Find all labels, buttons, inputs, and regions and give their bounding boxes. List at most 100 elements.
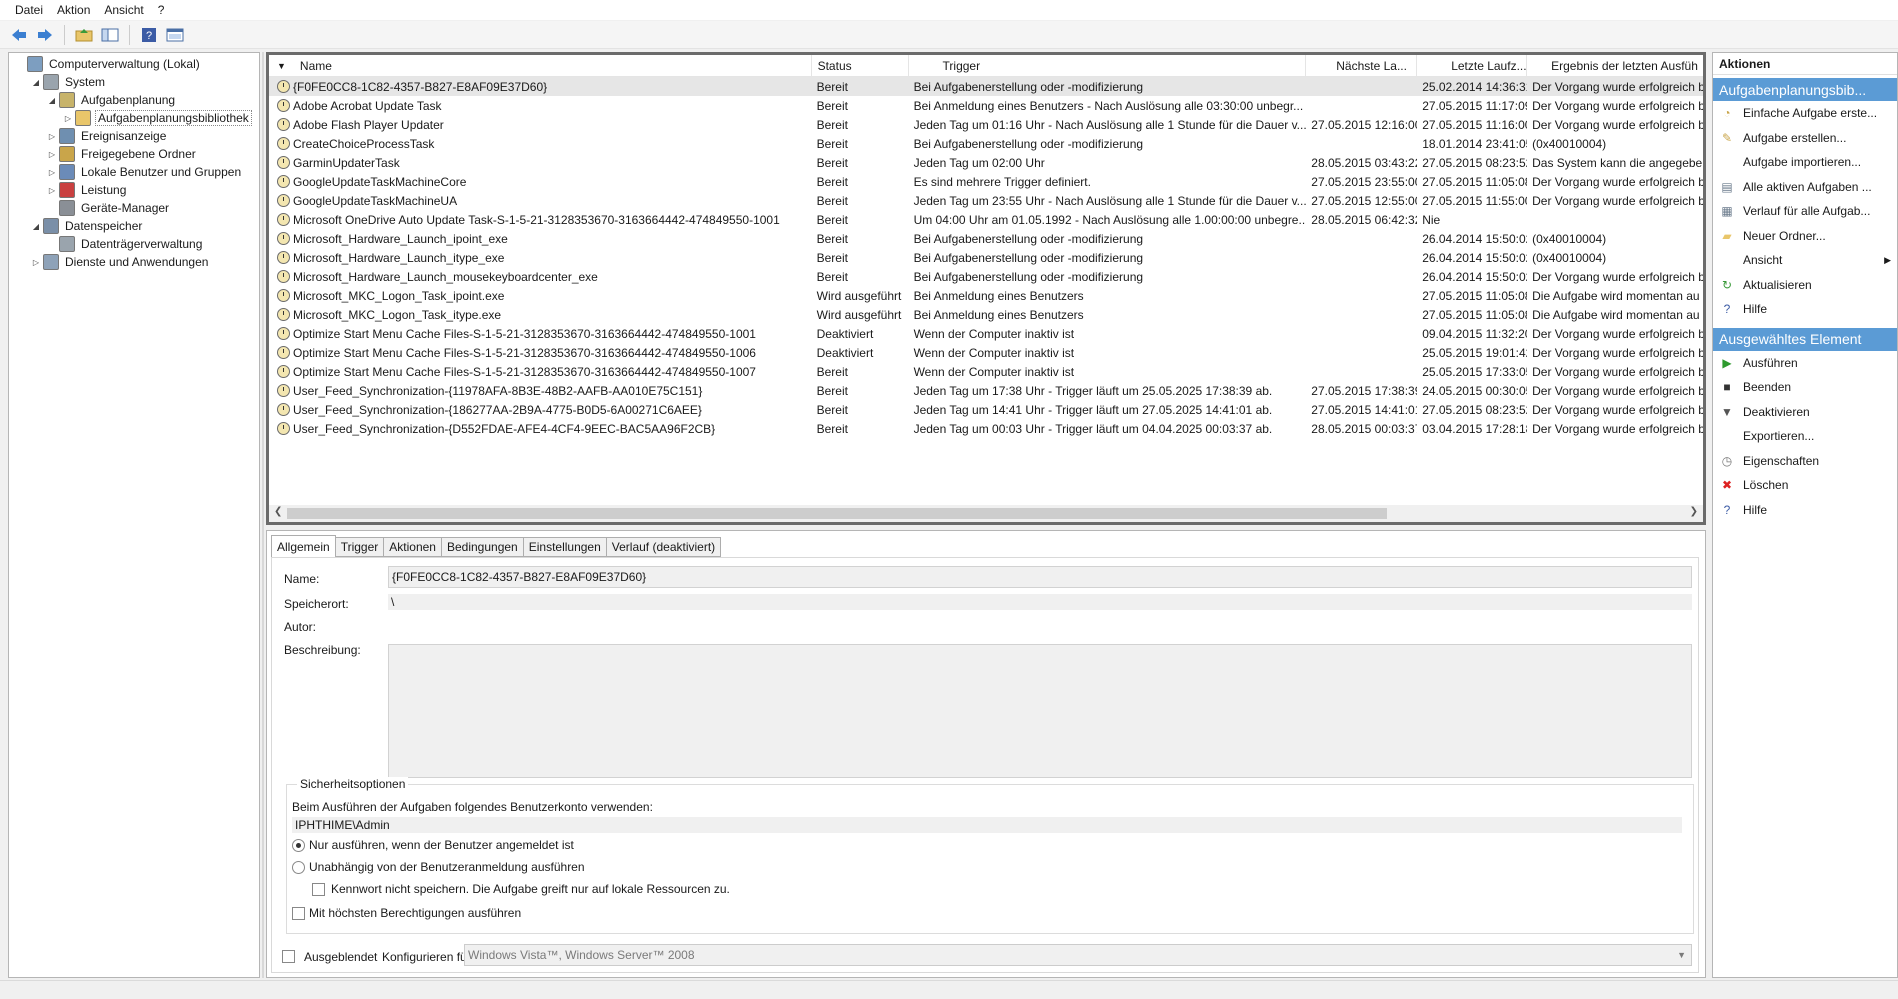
table-row[interactable]: Microsoft OneDrive Auto Update Task-S-1-… — [269, 210, 1703, 229]
collapse-icon[interactable]: ◢ — [29, 219, 43, 233]
run-when-logged-on-label[interactable]: Nur ausführen, wenn der Benutzer angemel… — [309, 838, 574, 852]
location-field[interactable]: \ — [388, 594, 1692, 610]
scroll-left-icon[interactable]: ❮ — [274, 506, 282, 517]
table-row[interactable]: Optimize Start Menu Cache Files-S-1-5-21… — [269, 324, 1703, 343]
menu-item[interactable]: Aktion — [50, 3, 97, 17]
tree-item[interactable]: Geräte-Manager — [9, 199, 259, 217]
run-whether-logged-on-label[interactable]: Unabhängig von der Benutzeranmeldung aus… — [309, 860, 585, 874]
scrollbar-thumb[interactable] — [287, 508, 1387, 519]
column-header-name[interactable]: ▼ Name — [269, 55, 812, 76]
horizontal-scrollbar[interactable]: ❮ ❯ — [269, 505, 1703, 522]
tree-item[interactable]: ◢ Datenspeicher — [9, 217, 259, 235]
menu-item[interactable]: Ansicht — [97, 3, 150, 17]
tree-item[interactable]: ▷ Leistung — [9, 181, 259, 199]
table-row[interactable]: {F0FE0CC8-1C82-4357-B827-E8AF09E37D60} Be… — [269, 77, 1703, 96]
expand-icon[interactable]: ▷ — [29, 255, 43, 269]
no-password-checkbox[interactable] — [312, 883, 325, 896]
table-row[interactable]: Optimize Start Menu Cache Files-S-1-5-21… — [269, 343, 1703, 362]
forward-icon[interactable] — [34, 24, 56, 46]
column-header-last-result[interactable]: Ergebnis der letzten Ausfüh — [1527, 55, 1703, 76]
hidden-label[interactable]: Ausgeblendet — [304, 950, 377, 964]
action-item[interactable]: ▰ Neuer Ordner... — [1713, 224, 1897, 249]
tab-einstellungen[interactable]: Einstellungen — [523, 537, 607, 557]
action-item[interactable]: Aufgabe importieren... — [1713, 150, 1897, 175]
table-row[interactable]: Adobe Acrobat Update Task Bereit Bei Anmel… — [269, 96, 1703, 115]
tab-trigger[interactable]: Trigger — [335, 537, 385, 557]
tab-bedingungen[interactable]: Bedingungen — [441, 537, 524, 557]
tree-item[interactable]: ▷ Aufgabenplanungsbibliothek — [9, 109, 259, 127]
column-header-last-run[interactable]: Letzte Laufz... — [1417, 55, 1528, 76]
action-item[interactable]: ▼ Deaktivieren — [1713, 400, 1897, 425]
table-row[interactable]: Adobe Flash Player Updater Bereit Jeden Ta… — [269, 115, 1703, 134]
action-item[interactable]: ? Hilfe — [1713, 297, 1897, 322]
view-icon[interactable] — [164, 24, 186, 46]
help-icon[interactable]: ? — [138, 24, 160, 46]
description-field[interactable] — [388, 644, 1692, 778]
table-row[interactable]: GoogleUpdateTaskMachineCore Bereit Es sind… — [269, 172, 1703, 191]
tree-item[interactable]: Datenträgerverwaltung — [9, 235, 259, 253]
table-row[interactable]: Microsoft_MKC_Logon_Task_itype.exe Wird a… — [269, 305, 1703, 324]
action-item[interactable]: ✎ Aufgabe erstellen... — [1713, 126, 1897, 151]
action-item[interactable]: ▤ Alle aktiven Aufgaben ... — [1713, 175, 1897, 200]
back-icon[interactable] — [8, 24, 30, 46]
action-item[interactable]: Ansicht ▶ — [1713, 248, 1897, 273]
tab-verlauf-deaktiviert[interactable]: Verlauf (deaktiviert) — [606, 537, 722, 557]
hidden-checkbox[interactable] — [282, 950, 295, 963]
tree-item[interactable]: ◢ System — [9, 73, 259, 91]
expand-icon[interactable]: ▷ — [45, 147, 59, 161]
tree-item[interactable]: ▷ Lokale Benutzer und Gruppen — [9, 163, 259, 181]
action-item[interactable]: Exportieren... — [1713, 424, 1897, 449]
configure-for-select[interactable]: Windows Vista™, Windows Server™ 2008 ▼ — [464, 944, 1692, 966]
scroll-right-icon[interactable]: ❯ — [1690, 506, 1698, 517]
show-hide-tree-icon[interactable] — [99, 24, 121, 46]
name-field[interactable]: {F0FE0CC8-1C82-4357-B827-E8AF09E37D60} — [388, 566, 1692, 588]
tab-aktionen[interactable]: Aktionen — [384, 537, 442, 557]
expand-icon[interactable]: ▷ — [61, 111, 75, 125]
menu-item[interactable]: ? — [151, 3, 172, 17]
table-row[interactable]: Microsoft_MKC_Logon_Task_ipoint.exe Wird … — [269, 286, 1703, 305]
action-item[interactable]: ◔ Einfache Aufgabe erste... — [1713, 101, 1897, 126]
actions-section-selected-item[interactable]: Ausgewähltes Element — [1713, 327, 1897, 351]
tree-item[interactable]: ▷ Dienste und Anwendungen — [9, 253, 259, 271]
no-password-label[interactable]: Kennwort nicht speichern. Die Aufgabe gr… — [331, 882, 730, 896]
column-header-status[interactable]: Status — [812, 55, 909, 76]
column-header-next-run[interactable]: Nächste La... — [1306, 55, 1418, 76]
table-row[interactable]: Microsoft_Hardware_Launch_itype_exe Berei… — [269, 248, 1703, 267]
table-row[interactable]: CreateChoiceProcessTask Bereit Bei Aufgabe… — [269, 134, 1703, 153]
table-row[interactable]: Microsoft_Hardware_Launch_mousekeyboardc… — [269, 267, 1703, 286]
table-row[interactable]: User_Feed_Synchronization-{186277AA-2B9A… — [269, 400, 1703, 419]
tree-item[interactable]: Computerverwaltung (Lokal) — [9, 55, 259, 73]
folder-up-icon[interactable] — [73, 24, 95, 46]
table-row[interactable]: User_Feed_Synchronization-{D552FDAE-AFE4… — [269, 419, 1703, 438]
action-item[interactable]: ? Hilfe — [1713, 498, 1897, 523]
table-row[interactable]: GarminUpdaterTask Bereit Jeden Tag um 02:0… — [269, 153, 1703, 172]
collapse-icon[interactable]: ◢ — [29, 75, 43, 89]
highest-privileges-checkbox[interactable] — [292, 907, 305, 920]
tree-item[interactable]: ▷ Ereignisanzeige — [9, 127, 259, 145]
pane-splitter[interactable] — [262, 52, 264, 978]
run-when-logged-on-radio[interactable] — [292, 839, 305, 852]
action-item[interactable]: ▶ Ausführen — [1713, 351, 1897, 376]
action-item[interactable]: ↻ Aktualisieren — [1713, 273, 1897, 298]
collapse-icon[interactable]: ◢ — [45, 93, 59, 107]
table-row[interactable]: Optimize Start Menu Cache Files-S-1-5-21… — [269, 362, 1703, 381]
table-row[interactable]: GoogleUpdateTaskMachineUA Bereit Jeden Tag… — [269, 191, 1703, 210]
table-row[interactable]: Microsoft_Hardware_Launch_ipoint_exe Bere… — [269, 229, 1703, 248]
highest-privileges-label[interactable]: Mit höchsten Berechtigungen ausführen — [309, 906, 521, 920]
run-whether-logged-on-radio[interactable] — [292, 861, 305, 874]
menu-item[interactable]: Datei — [8, 3, 50, 17]
table-row[interactable]: User_Feed_Synchronization-{11978AFA-8B3E… — [269, 381, 1703, 400]
action-item[interactable]: ■ Beenden — [1713, 375, 1897, 400]
action-item[interactable]: ✖ Löschen — [1713, 473, 1897, 498]
tab-allgemein[interactable]: Allgemein — [271, 535, 336, 557]
column-header-trigger[interactable]: Trigger — [909, 55, 1307, 76]
help-icon: ? — [1723, 502, 1731, 517]
expand-icon[interactable]: ▷ — [45, 129, 59, 143]
expand-icon[interactable]: ▷ — [45, 183, 59, 197]
tree-item[interactable]: ▷ Freigegebene Ordner — [9, 145, 259, 163]
tree-item[interactable]: ◢ Aufgabenplanung — [9, 91, 259, 109]
action-item[interactable]: ▦ Verlauf für alle Aufgab... — [1713, 199, 1897, 224]
action-item[interactable]: ◷ Eigenschaften — [1713, 449, 1897, 474]
expand-icon[interactable]: ▷ — [45, 165, 59, 179]
actions-section-library[interactable]: Aufgabenplanungsbib... — [1713, 78, 1897, 101]
